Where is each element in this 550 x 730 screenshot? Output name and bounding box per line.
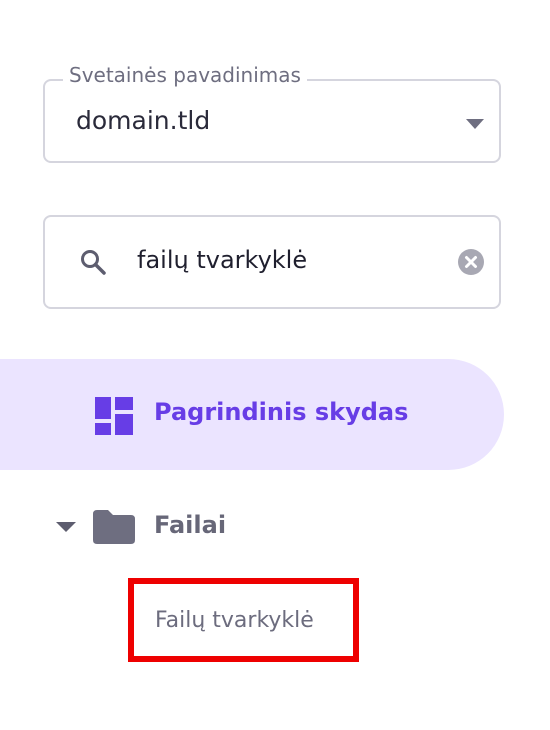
caret-down-icon[interactable] bbox=[56, 522, 76, 532]
search-value[interactable]: failų tvarkyklė bbox=[137, 246, 307, 274]
chevron-down-icon[interactable] bbox=[466, 119, 484, 129]
site-name-value: domain.tld bbox=[76, 106, 211, 135]
nav-item-file-manager[interactable]: Failų tvarkyklė bbox=[128, 578, 359, 662]
search-icon bbox=[79, 248, 107, 280]
nav-group-files-label: Failai bbox=[154, 511, 227, 539]
site-name-legend: Svetainės pavadinimas bbox=[63, 63, 307, 87]
search-input[interactable]: failų tvarkyklė bbox=[43, 215, 501, 309]
nav-item-file-manager-label: Failų tvarkyklė bbox=[155, 608, 314, 633]
nav-group-files[interactable]: Failai bbox=[0, 505, 504, 549]
site-name-select[interactable]: Svetainės pavadinimas domain.tld bbox=[43, 63, 501, 163]
nav-item-dashboard-label: Pagrindinis skydas bbox=[154, 398, 409, 426]
nav-item-dashboard[interactable]: Pagrindinis skydas bbox=[0, 359, 504, 470]
folder-icon bbox=[93, 510, 135, 548]
dashboard-icon bbox=[95, 397, 133, 439]
clear-icon[interactable] bbox=[458, 249, 484, 279]
